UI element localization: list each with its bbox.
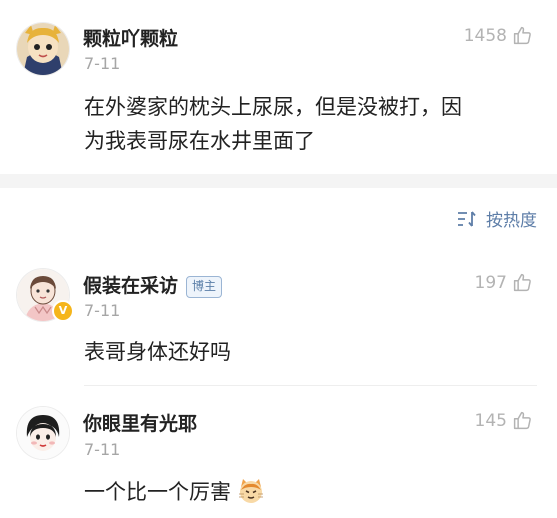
comment-text: 在外婆家的枕头上尿尿，但是没被打，因 为我表哥尿在水井里面了 — [84, 90, 462, 158]
sort-label: 按热度 — [486, 211, 537, 231]
like-count: 1458 — [463, 25, 507, 46]
like-count: 197 — [474, 272, 507, 293]
anime-avatar-icon — [17, 23, 69, 75]
comment-text: 表哥身体还好吗 — [84, 340, 231, 364]
comment-text-line: 在外婆家的枕头上尿尿，但是没被打，因 — [84, 95, 462, 119]
sort-icon — [458, 210, 476, 227]
girl-drawing-avatar-icon — [17, 407, 69, 459]
like-button[interactable]: 197 — [475, 272, 533, 293]
username-text: 假装在采访 — [83, 275, 179, 297]
thumbs-up-icon — [513, 273, 531, 292]
cat-face-emoji-icon — [239, 479, 263, 503]
sort-toggle[interactable]: 按热度 — [456, 206, 537, 231]
comment-divider — [84, 385, 537, 386]
avatar[interactable] — [17, 407, 69, 459]
comment-item: 颗粒吖颗粒 7-11 1458 在外婆家的枕头上尿尿，但是没被打，因 为我表哥尿… — [0, 0, 557, 174]
comment-text: 一个比一个厉害 — [84, 475, 265, 509]
username[interactable]: 你眼里有光耶 — [83, 409, 197, 436]
verified-badge-icon: V — [52, 300, 74, 322]
like-count: 145 — [474, 410, 507, 431]
username[interactable]: 假装在采访 博主 — [83, 271, 223, 298]
comment-item: V 假装在采访 博主 7-11 197 表哥身体还好吗 — [0, 255, 557, 385]
thumbs-up-icon — [513, 26, 531, 45]
comment-item: 你眼里有光耶 7-11 145 一个比一个厉害 — [0, 395, 557, 518]
thumbs-up-icon — [513, 411, 531, 430]
comment-date: 7-11 — [84, 54, 121, 73]
comment-date: 7-11 — [84, 301, 121, 320]
section-divider — [0, 174, 557, 188]
avatar[interactable] — [17, 23, 69, 75]
like-button[interactable]: 145 — [475, 410, 533, 431]
username[interactable]: 颗粒吖颗粒 — [83, 24, 178, 51]
comment-page: 颗粒吖颗粒 7-11 1458 在外婆家的枕头上尿尿，但是没被打，因 为我表哥尿… — [0, 0, 557, 518]
comment-text-line: 为我表哥尿在水井里面了 — [84, 129, 315, 153]
like-button[interactable]: 1458 — [464, 25, 533, 46]
author-badge: 博主 — [186, 275, 223, 298]
comment-date: 7-11 — [84, 440, 121, 459]
comment-text-content: 一个比一个厉害 — [84, 480, 231, 504]
